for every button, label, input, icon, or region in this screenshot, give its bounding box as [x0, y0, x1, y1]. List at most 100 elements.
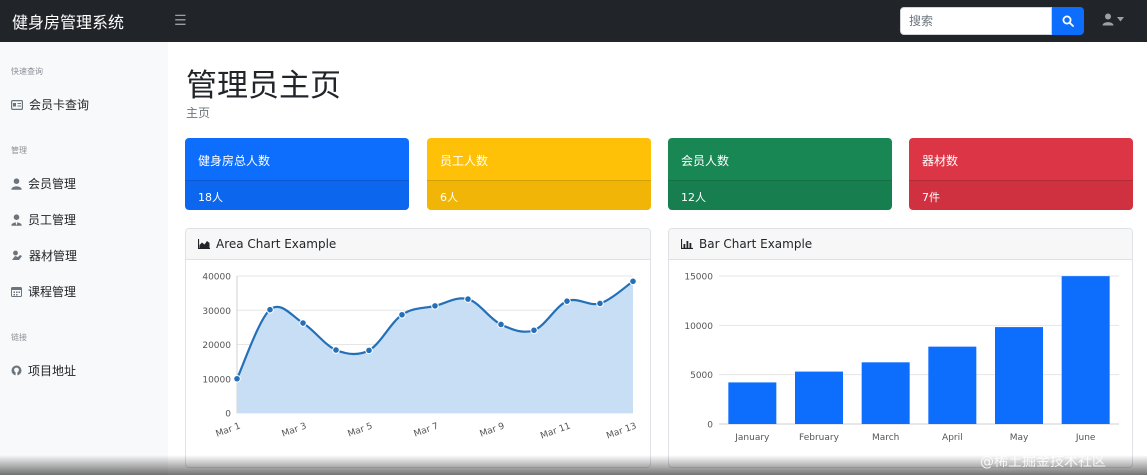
sidebar-heading-quick: 快速查询 — [11, 67, 43, 76]
x-tick-label: January — [734, 433, 770, 443]
github-icon — [11, 365, 22, 376]
y-tick-label: 15000 — [684, 273, 713, 283]
card-value: 18人 — [198, 191, 223, 204]
bar — [728, 382, 777, 424]
y-tick-label: 20000 — [202, 341, 231, 351]
y-tick-label: 40000 — [202, 273, 231, 283]
stat-card-staff[interactable]: 员工人数 6人 — [427, 138, 651, 210]
x-tick-label: March — [872, 433, 899, 443]
sidebar-item-label: 课程管理 — [28, 285, 77, 299]
search-input[interactable] — [900, 7, 1052, 35]
data-point — [563, 297, 571, 305]
sidebar-item-courses[interactable]: 课程管理 — [11, 283, 76, 300]
x-tick-label: February — [799, 433, 840, 443]
x-tick-label: Mar 5 — [347, 421, 374, 439]
data-point — [431, 302, 439, 310]
sidebar-item-card-query[interactable]: 会员卡查询 — [11, 96, 89, 113]
panel-header: Area Chart Example — [186, 229, 650, 260]
user-icon — [1102, 13, 1114, 26]
search-icon — [1062, 15, 1074, 27]
card-title: 器材数 — [922, 154, 959, 168]
panel-header: Bar Chart Example — [669, 229, 1132, 260]
sidebar-item-label: 员工管理 — [28, 213, 77, 227]
brand-title[interactable]: 健身房管理系统 — [12, 9, 162, 33]
data-point — [596, 299, 604, 308]
x-tick-label: Mar 11 — [539, 421, 572, 441]
bar — [795, 371, 843, 424]
sidebar-item-members[interactable]: 会员管理 — [11, 175, 76, 192]
page-title: 管理员主页 — [186, 68, 341, 104]
data-point — [266, 305, 274, 314]
sidebar-item-equipment[interactable]: 器材管理 — [11, 247, 77, 264]
y-tick-label: 30000 — [202, 307, 231, 317]
x-tick-label: Mar 9 — [479, 421, 507, 439]
data-point — [464, 295, 472, 303]
sidebar-item-label: 器材管理 — [29, 249, 78, 263]
user-dropdown[interactable] — [1102, 13, 1124, 26]
sidebar-heading-manage: 管理 — [11, 146, 27, 155]
bar-chart: 0 5000 10000 15000 January February March April… — [684, 273, 1119, 443]
area-chart: 0 10000 20000 30000 40000 Mar 1 Mar 3 Mar 5 Mar … — [202, 273, 638, 442]
stat-card-members[interactable]: 会员人数 12人 — [668, 138, 892, 210]
card-value: 7件 — [922, 191, 940, 204]
data-point — [365, 346, 373, 355]
card-title: 健身房总人数 — [198, 154, 271, 168]
breadcrumb[interactable]: 主页 — [186, 104, 210, 121]
data-point — [398, 310, 406, 319]
bar-chart-icon — [681, 239, 693, 249]
calendar-icon — [11, 287, 22, 297]
data-point — [629, 277, 637, 286]
x-tick-label: Mar 1 — [215, 421, 242, 439]
bar — [995, 327, 1043, 424]
sidebar-item-label: 会员管理 — [28, 177, 77, 191]
data-point — [332, 346, 340, 354]
dumbbell-icon — [12, 250, 22, 260]
sidebar-heading-links: 链接 — [11, 333, 27, 342]
y-tick-label: 10000 — [202, 375, 231, 385]
sidebar-item-label: 会员卡查询 — [29, 98, 90, 112]
area-chart-icon — [198, 239, 210, 249]
y-tick-label: 5000 — [690, 371, 713, 381]
id-card-icon — [11, 99, 23, 110]
panel-title: Area Chart Example — [216, 237, 337, 251]
x-tick-label: May — [1010, 433, 1029, 443]
bottom-fade — [0, 455, 1147, 475]
stat-card-equipment[interactable]: 器材数 7件 — [909, 138, 1133, 210]
x-tick-label: Mar 7 — [413, 421, 440, 439]
sidebar-item-staff[interactable]: 员工管理 — [11, 211, 76, 228]
x-tick-label: Mar 3 — [281, 421, 308, 439]
y-tick-label: 0 — [225, 410, 231, 420]
sidebar: 快速查询 会员卡查询 管理 会员管理 员工管理 器材管理 课程管理 链接 项目地… — [0, 42, 168, 475]
user-icon — [11, 177, 22, 190]
card-footer — [427, 180, 651, 210]
data-point — [530, 326, 538, 335]
card-title: 员工人数 — [440, 154, 489, 168]
bar — [928, 346, 977, 424]
x-tick-label: April — [942, 433, 963, 443]
sidebar-item-project-link[interactable]: 项目地址 — [11, 362, 76, 379]
search-button[interactable] — [1052, 7, 1084, 35]
bar-chart-panel: Bar Chart Example 0 5000 10000 15000 January… — [668, 228, 1133, 468]
bar — [861, 362, 910, 424]
x-tick-label: June — [1075, 433, 1096, 443]
sidebar-toggle-icon[interactable]: ☰ — [174, 13, 187, 29]
data-point — [497, 320, 505, 329]
watermark-text: @稀土掘金技术社区 — [980, 454, 1106, 470]
data-point — [233, 374, 241, 383]
stat-card-total[interactable]: 健身房总人数 18人 — [185, 138, 409, 210]
caret-down-icon — [1117, 17, 1124, 22]
y-tick-label: 10000 — [684, 322, 713, 332]
card-footer — [909, 180, 1133, 210]
panel-title: Bar Chart Example — [699, 237, 813, 251]
x-tick-label: Mar 13 — [605, 421, 638, 441]
user-tie-icon — [11, 213, 22, 226]
data-point — [299, 319, 307, 327]
bar — [1061, 276, 1110, 424]
search-form — [900, 7, 1084, 35]
y-tick-label: 0 — [707, 421, 713, 431]
sidebar-item-label: 项目地址 — [28, 364, 77, 378]
card-value: 6人 — [440, 191, 458, 204]
area-chart-panel: Area Chart Example 0 10000 20000 30000 40000… — [185, 228, 651, 468]
card-title: 会员人数 — [681, 154, 730, 168]
card-value: 12人 — [681, 191, 706, 204]
